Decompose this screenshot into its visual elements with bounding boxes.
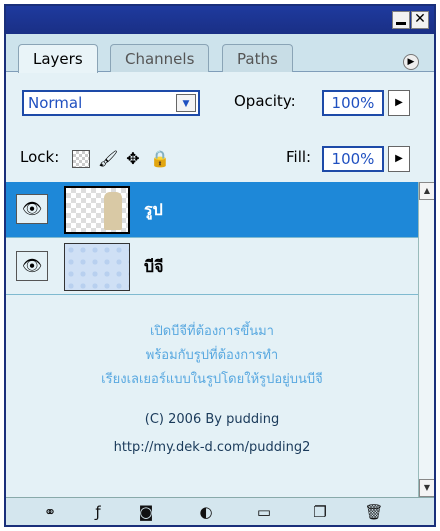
layer-style-icon[interactable]: ƒ xyxy=(88,502,108,522)
new-group-icon[interactable]: ▭ xyxy=(254,502,274,522)
layer-name: บีจี xyxy=(144,257,164,276)
new-layer-icon[interactable]: ❐ xyxy=(310,502,330,522)
instruction-line-1: เปิดบีจีที่ต้องการขึ้นมา xyxy=(150,324,274,339)
tab-paths[interactable]: Paths xyxy=(222,44,293,72)
layers-scrollbar[interactable]: ▲ ▼ xyxy=(418,182,434,497)
minimize-icon xyxy=(396,22,406,25)
blend-mode-value: Normal xyxy=(28,94,83,112)
credit-url: http://my.dek-d.com/pudding2 xyxy=(113,440,311,455)
layer-row[interactable]: 👁 รูป xyxy=(6,182,418,238)
instruction-line-2: พร้อมกับรูปที่ต้องการทำ xyxy=(145,348,279,363)
chevron-down-icon[interactable]: ▼ xyxy=(176,94,196,112)
layers-body: Normal ▼ Opacity: 100% ▶ Lock: 🖌 ✥ 🔒 Fil… xyxy=(6,72,434,525)
layers-footer-toolbar: ⚭ ƒ ◙ ◐ ▭ ❐ 🗑 xyxy=(6,497,434,525)
fill-label: Fill: xyxy=(286,148,312,166)
minimize-button[interactable] xyxy=(392,11,410,29)
credit-text: (C) 2006 By pudding xyxy=(144,412,280,427)
tab-layers[interactable]: Layers xyxy=(18,44,98,73)
blend-mode-select[interactable]: Normal ▼ xyxy=(22,90,200,116)
instruction-line-3: เรียงเลเยอร์แบบในรูปโดยให้รูปอยู่บนบีจี xyxy=(101,372,323,387)
layer-name: รูป xyxy=(144,200,163,219)
close-button[interactable]: ✕ xyxy=(411,11,429,29)
trash-icon[interactable]: 🗑 xyxy=(364,502,384,522)
eye-icon[interactable]: 👁 xyxy=(16,194,48,224)
tab-bar: Layers Channels Paths ▶ xyxy=(6,34,434,73)
lock-label: Lock: xyxy=(20,148,60,166)
layer-thumbnail xyxy=(64,186,130,234)
fill-input[interactable]: 100% xyxy=(322,146,384,172)
scroll-down-button[interactable]: ▼ xyxy=(419,479,434,497)
lock-all-icon[interactable]: 🔒 xyxy=(150,150,170,168)
layers-panel: ✕ Layers Channels Paths ▶ Normal ▼ Opaci… xyxy=(4,4,436,527)
eye-icon[interactable]: 👁 xyxy=(16,251,48,281)
layer-row[interactable]: 👁 บีจี xyxy=(6,239,418,295)
adjustment-layer-icon[interactable]: ◐ xyxy=(196,502,216,522)
panel-menu-button[interactable]: ▶ xyxy=(403,54,419,70)
scroll-up-button[interactable]: ▲ xyxy=(419,182,434,200)
layer-thumbnail xyxy=(64,243,130,291)
thumbnail-figure xyxy=(104,192,122,230)
lock-image-brush-icon[interactable]: 🖌 xyxy=(98,150,118,168)
layer-mask-icon[interactable]: ◙ xyxy=(136,502,156,522)
title-bar[interactable]: ✕ xyxy=(6,6,434,34)
opacity-slider-button[interactable]: ▶ xyxy=(388,90,410,116)
opacity-input[interactable]: 100% xyxy=(322,90,384,116)
opacity-label: Opacity: xyxy=(234,92,296,110)
fill-slider-button[interactable]: ▶ xyxy=(388,146,410,172)
lock-transparent-icon[interactable] xyxy=(72,150,90,168)
lock-position-move-icon[interactable]: ✥ xyxy=(124,150,142,168)
link-icon[interactable]: ⚭ xyxy=(40,502,60,522)
tab-channels[interactable]: Channels xyxy=(110,44,210,72)
